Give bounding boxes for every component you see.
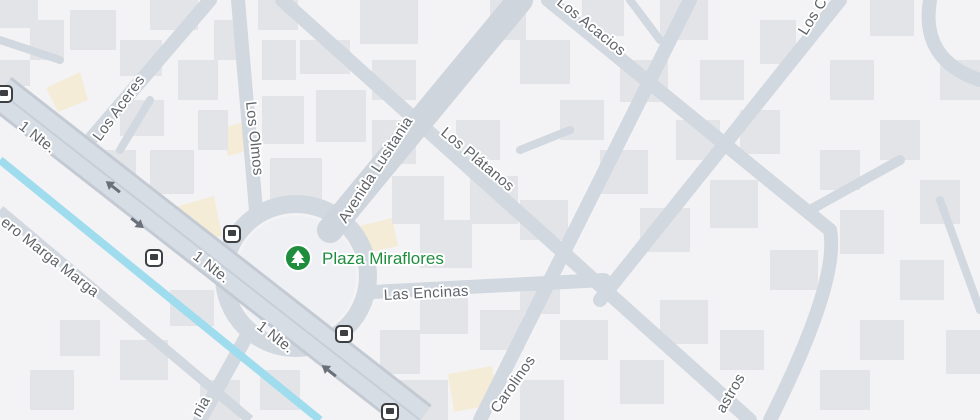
poi-label[interactable]: Plaza Miraflores [322, 249, 444, 268]
map-canvas[interactable]: Plaza Miraflores Plaza Miraflores Los Ac… [0, 0, 980, 420]
bus-stop-icon [223, 225, 241, 243]
bus-stop-icon [0, 85, 13, 103]
map-view[interactable]: Plaza Miraflores Plaza Miraflores Los Ac… [0, 0, 980, 420]
bus-stop-icon [381, 403, 399, 420]
park-tree-icon [284, 244, 312, 272]
bus-stop-icon [335, 325, 353, 343]
bus-stop-icon [145, 249, 163, 267]
